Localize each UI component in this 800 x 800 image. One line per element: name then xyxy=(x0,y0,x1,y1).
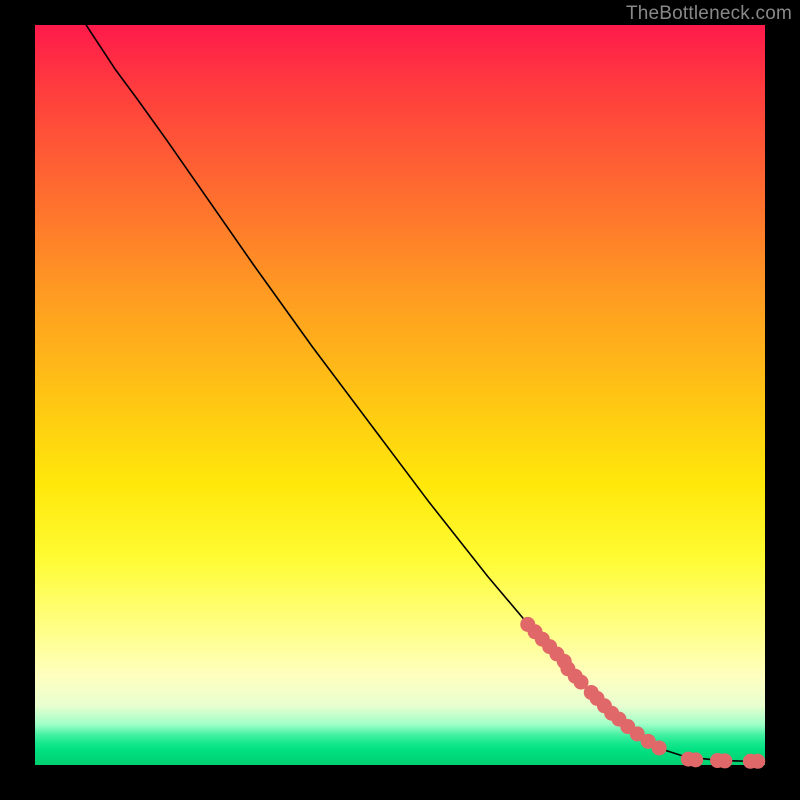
chart-frame: TheBottleneck.com xyxy=(0,0,800,800)
highlight-dot xyxy=(688,752,703,767)
highlight-dot xyxy=(750,754,765,769)
highlight-dot xyxy=(652,740,667,755)
chart-svg xyxy=(35,25,765,765)
plot-area xyxy=(35,25,765,765)
bottleneck-curve xyxy=(86,25,765,761)
watermark-text: TheBottleneck.com xyxy=(626,3,792,25)
highlight-dots-group xyxy=(520,617,765,769)
highlight-dot xyxy=(717,753,732,768)
